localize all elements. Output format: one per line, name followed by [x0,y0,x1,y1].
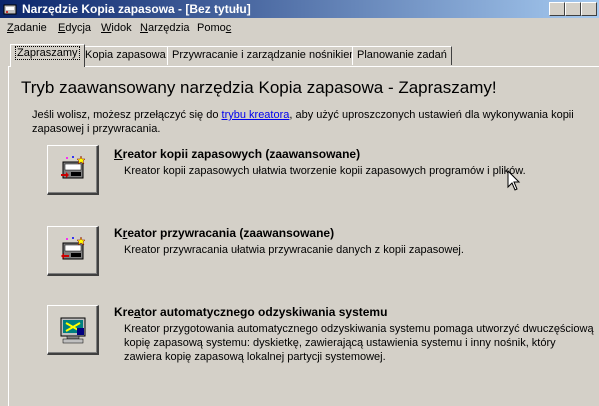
menu-edycja[interactable]: Edycja [58,22,91,34]
page-title: Tryb zaawansowany narzędzia Kopia zapaso… [21,78,497,97]
mouse-pointer-icon [507,170,521,191]
wizard-mode-link[interactable]: trybu kreatora [222,109,290,121]
menu-bar: Zadanie Edycja Widok Narzędzia Pomoc [0,19,599,38]
menu-pomoc[interactable]: Pomoc [197,22,231,34]
asr-wizard-description: Kreator przygotowania automatycznego odz… [124,323,594,363]
tab-przywracanie[interactable]: Przywracanie i zarządzanie nośnikiem [167,46,364,65]
asr-wizard-button[interactable] [47,305,99,355]
tab-zapraszamy[interactable]: Zapraszamy [10,44,85,67]
backup-wizard-icon [61,155,86,179]
backup-wizard-button[interactable] [47,145,99,195]
backup-app-icon [3,4,17,15]
menu-narzedzia[interactable]: Narzędzia [140,22,190,34]
restore-wizard-description: Kreator przywracania ułatwia przywracani… [124,244,464,256]
restore-wizard-button[interactable] [47,226,99,276]
minimize-button[interactable] [549,2,565,16]
menu-widok[interactable]: Widok [101,22,132,34]
asr-wizard-icon [60,317,86,344]
tab-planowanie-zadan[interactable]: Planowanie zadań [352,46,452,65]
title-bar: Narzędzie Kopia zapasowa - [Bez tytułu] [0,0,599,18]
restore-wizard-icon [61,236,86,260]
asr-wizard-title[interactable]: Kreator automatycznego odzyskiwania syst… [114,305,387,319]
window-title: Narzędzie Kopia zapasowa - [Bez tytułu] [22,2,251,16]
maximize-button[interactable] [565,2,581,16]
restore-wizard-title[interactable]: Kreator przywracania (zaawansowane) [114,226,334,240]
backup-wizard-description: Kreator kopii zapasowych ułatwia tworzen… [124,165,526,177]
close-button[interactable] [581,2,597,16]
intro-text: Jeśli wolisz, możesz przełączyć się do t… [32,109,574,135]
tab-kopia-zapasowa[interactable]: Kopia zapasowa [80,46,171,65]
backup-wizard-title[interactable]: Kreator kopii zapasowych (zaawansowane) [114,147,360,161]
tab-strip: Zapraszamy Kopia zapasowa Przywracanie i… [0,44,599,67]
menu-zadanie[interactable]: Zadanie [7,22,47,34]
